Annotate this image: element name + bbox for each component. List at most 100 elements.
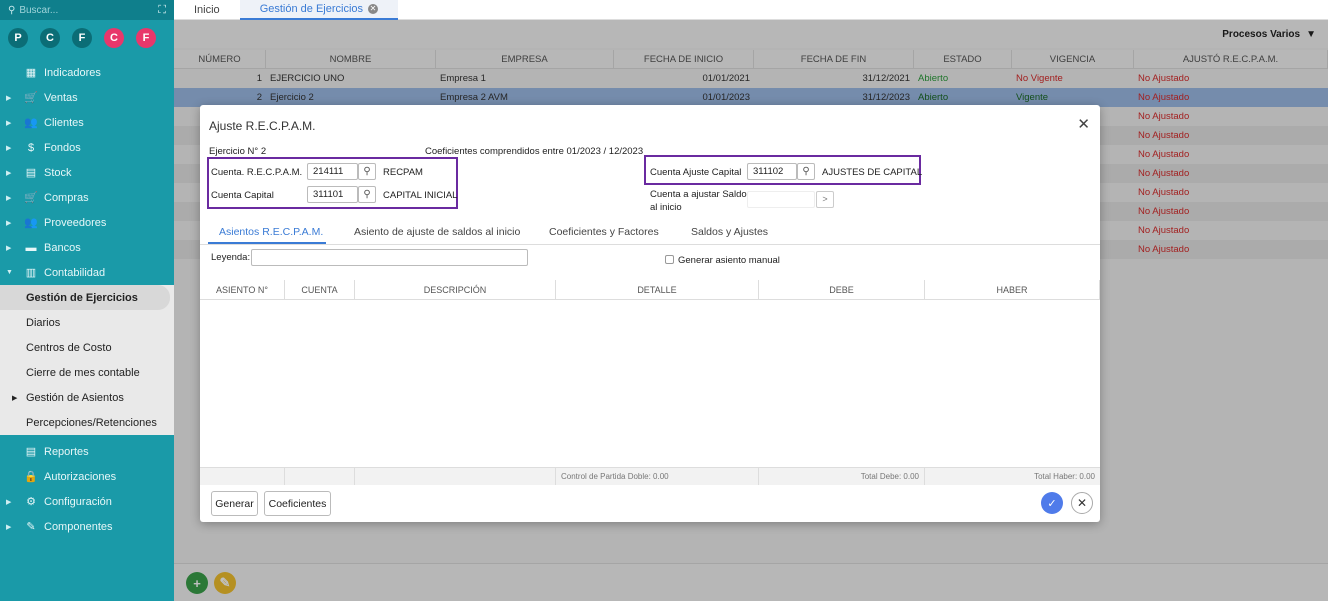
cuenta-capital-input[interactable]: 311101 xyxy=(307,186,358,203)
chevron-icon: ▶ xyxy=(6,119,12,127)
sidebar-item-componentes[interactable]: ▶ ✎ Componentes xyxy=(0,514,174,539)
tab-coeficientes-factores[interactable]: Coeficientes y Factores xyxy=(549,226,659,238)
chevron-right-icon[interactable]: > xyxy=(816,191,834,208)
quick-circle-c2[interactable]: C xyxy=(104,28,124,48)
cuenta-ajuste-name: AJUSTES DE CAPITAL xyxy=(822,167,923,178)
tab-label: Gestión de Ejercicios xyxy=(259,2,364,15)
sidebar-item-clientes[interactable]: ▶ 👥 Clientes xyxy=(0,110,174,135)
book-icon: ▥ xyxy=(25,267,37,279)
col-cuenta[interactable]: CUENTA xyxy=(285,280,355,299)
sidebar-item-bancos[interactable]: ▶ ▬ Bancos xyxy=(0,235,174,260)
sidebar-item-label: Indicadores xyxy=(44,66,101,79)
chevron-icon: ▶ xyxy=(6,94,12,102)
search-icon[interactable]: ⚲ xyxy=(797,163,815,180)
col-debe[interactable]: DEBE xyxy=(759,280,925,299)
ajuste-recpam-modal: Ajuste R.E.C.P.A.M. ✕ Ejercicio N° 2 Coe… xyxy=(200,105,1100,522)
cuenta-saldos-input[interactable] xyxy=(747,191,815,208)
tab-asiento-ajuste-saldos[interactable]: Asiento de ajuste de saldos al inicio xyxy=(354,226,520,238)
cancel-x-icon[interactable]: ✕ xyxy=(1071,492,1093,514)
generar-button[interactable]: Generar xyxy=(211,491,258,516)
people-icon: 👥 xyxy=(24,217,38,229)
sidebar-item-label: Ventas xyxy=(44,91,78,104)
sidebar-item-label: Contabilidad xyxy=(44,266,106,279)
tab-inicio[interactable]: Inicio xyxy=(174,0,240,20)
sidebar-item-label: Fondos xyxy=(44,141,81,154)
sidebar-item-fondos[interactable]: ▶ $ Fondos xyxy=(0,135,174,160)
quick-circle-c[interactable]: C xyxy=(40,28,60,48)
sidebar-item-stock[interactable]: ▶ ▤ Stock xyxy=(0,160,174,185)
cuenta-recpam-name: RECPAM xyxy=(383,167,423,178)
chevron-icon: ▶ xyxy=(6,244,12,252)
close-tab-icon[interactable]: ✕ xyxy=(368,3,379,14)
sidebar-item-label: Clientes xyxy=(44,116,84,129)
sidebar-item-reportes[interactable]: ▤ Reportes xyxy=(0,439,174,464)
leyenda-input[interactable] xyxy=(251,249,528,266)
close-icon[interactable]: ✕ xyxy=(1077,115,1090,133)
sidebar-item-label: Reportes xyxy=(44,445,89,458)
submenu-item-percepciones-retenciones[interactable]: Percepciones/Retenciones xyxy=(0,410,174,435)
search-input[interactable]: Buscar... xyxy=(19,5,58,16)
sidebar-item-configuraci-n[interactable]: ▶ ⚙ Configuración xyxy=(0,489,174,514)
search-icon[interactable]: ⚲ xyxy=(358,163,376,180)
chevron-right-icon: ▶ xyxy=(12,394,18,402)
sidebar-search[interactable]: ⚲ Buscar... ⛶ xyxy=(0,0,174,20)
submenu-item-label: Gestión de Asientos xyxy=(26,391,124,404)
col-haber[interactable]: HABER xyxy=(925,280,1100,299)
report-icon: ▤ xyxy=(25,446,37,458)
submenu-item-centros-de-costo[interactable]: Centros de Costo xyxy=(0,335,174,360)
sidebar-item-label: Autorizaciones xyxy=(44,470,117,483)
sidebar: ⚲ Buscar... ⛶ P C F C F ▦ Indicadores ▶ 🛒 Ve… xyxy=(0,0,174,601)
tab-asientos-recpam[interactable]: Asientos R.E.C.P.A.M. xyxy=(219,226,323,238)
tab-saldos-ajustes[interactable]: Saldos y Ajustes xyxy=(691,226,768,238)
tab-gestion-ejercicios[interactable]: Gestión de Ejercicios ✕ xyxy=(239,0,399,20)
expand-icon[interactable]: ⛶ xyxy=(158,4,166,17)
cart-icon: 🛒 xyxy=(24,92,38,104)
cuenta-saldos-label-2: al inicio xyxy=(650,202,682,213)
sidebar-item-ventas[interactable]: ▶ 🛒 Ventas xyxy=(0,85,174,110)
col-detalle[interactable]: DETALLE xyxy=(556,280,759,299)
footer-cell xyxy=(200,468,285,485)
sidebar-item-label: Proveedores xyxy=(44,216,107,229)
gear-icon: ⚙ xyxy=(26,496,36,508)
cuenta-ajuste-label: Cuenta Ajuste Capital xyxy=(650,167,742,178)
submenu-item-diarios[interactable]: Diarios xyxy=(0,310,174,335)
cuenta-ajuste-input[interactable]: 311102 xyxy=(747,163,797,180)
sidebar-item-compras[interactable]: ▶ 🛒 Compras xyxy=(0,185,174,210)
coeficientes-button[interactable]: Coeficientes xyxy=(264,491,331,516)
modal-title: Ajuste R.E.C.P.A.M. xyxy=(209,119,316,133)
chevron-icon: ▶ xyxy=(6,144,12,152)
leyenda-label: Leyenda: xyxy=(211,252,251,263)
cuenta-saldos-label-1: Cuenta a ajustar Saldos xyxy=(650,189,752,200)
sidebar-item-label: Compras xyxy=(44,191,89,204)
col-asiento[interactable]: ASIENTO N° xyxy=(200,280,285,299)
grid-footer: Control de Partida Doble: 0.00 Total Deb… xyxy=(200,467,1100,485)
submenu-item-label: Gestión de Ejercicios xyxy=(26,291,138,304)
submenu-item-cierre-de-mes-contable[interactable]: Cierre de mes contable xyxy=(0,360,174,385)
footer-cell xyxy=(355,468,556,485)
control-partida-doble: Control de Partida Doble: 0.00 xyxy=(556,468,759,485)
sidebar-item-indicadores[interactable]: ▦ Indicadores xyxy=(0,60,174,85)
quick-circle-p[interactable]: P xyxy=(8,28,28,48)
search-icon[interactable]: ⚲ xyxy=(358,186,376,203)
cuenta-recpam-input[interactable]: 214111 xyxy=(307,163,358,180)
confirm-check-icon[interactable]: ✓ xyxy=(1041,492,1063,514)
sidebar-item-contabilidad[interactable]: ▼ ▥ Contabilidad xyxy=(0,260,174,285)
col-descripcion[interactable]: DESCRIPCIÓN xyxy=(355,280,556,299)
generar-manual-checkbox[interactable] xyxy=(665,255,674,264)
modal-tabs: Asientos R.E.C.P.A.M. Asiento de ajuste … xyxy=(200,223,1100,245)
cart-icon: 🛒 xyxy=(24,192,38,204)
coeficientes-range: Coeficientes comprendidos entre 01/2023 … xyxy=(425,146,644,157)
sidebar-item-label: Configuración xyxy=(44,495,112,508)
sidebar-item-autorizaciones[interactable]: 🔒 Autorizaciones xyxy=(0,464,174,489)
dollar-icon: $ xyxy=(27,141,35,154)
submenu-item-label: Cierre de mes contable xyxy=(26,366,140,379)
sidebar-nav: ▦ Indicadores ▶ 🛒 Ventas ▶ 👥 Clientes ▶ $ Fondos ▶ ▤… xyxy=(0,60,174,539)
submenu-item-gesti-n-de-asientos[interactable]: ▶ Gestión de Asientos xyxy=(0,385,174,410)
submenu-item-gesti-n-de-ejercicios[interactable]: Gestión de Ejercicios xyxy=(0,285,170,310)
quick-circle-f[interactable]: F xyxy=(72,28,92,48)
box-icon: ▤ xyxy=(25,167,37,179)
quick-circle-f2[interactable]: F xyxy=(136,28,156,48)
sidebar-item-proveedores[interactable]: ▶ 👥 Proveedores xyxy=(0,210,174,235)
puzzle-icon: ✎ xyxy=(26,521,36,533)
contabilidad-submenu: Gestión de Ejercicios Diarios Centros de C… xyxy=(0,285,174,435)
